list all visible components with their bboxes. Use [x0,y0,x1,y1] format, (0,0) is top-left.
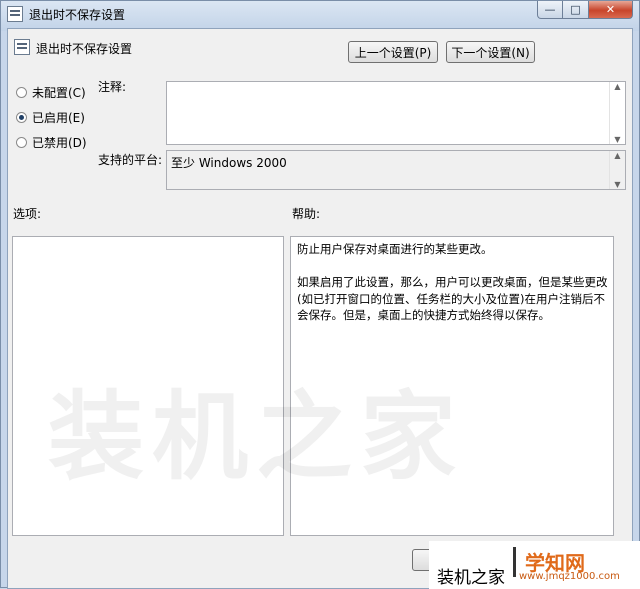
dialog-client: 退出时不保存设置 上一个设置(P) 下一个设置(N) 未配置(C) 已启用(E)… [7,28,633,589]
policy-name: 退出时不保存设置 [36,42,133,56]
help-text: 防止用户保存对桌面进行的某些更改。 如果启用了此设置，那么，用户可以更改桌面，但… [297,242,608,322]
brand-name: 装机之家 [437,568,505,588]
radio-circle[interactable] [16,87,27,98]
title-bar[interactable]: 退出时不保存设置 — □ ✕ [1,1,639,27]
policy-icon [7,6,23,22]
radio-circle-selected[interactable] [16,112,27,123]
radio-circle[interactable] [16,137,27,148]
radio-enabled[interactable]: 已启用(E) [16,109,85,126]
comment-scrollbar[interactable]: ▲ ▼ [609,82,625,144]
next-setting-button[interactable]: 下一个设置(N) [446,41,535,63]
dialog-window: 退出时不保存设置 — □ ✕ 退出时不保存设置 上一个设置(P) 下一个设置(N… [0,0,640,589]
radio-not-configured[interactable]: 未配置(C) [16,84,86,101]
radio-disabled[interactable]: 已禁用(D) [16,134,87,151]
brand-badge: 装机之家 学知网 www.jmqz1000.com [429,541,640,589]
radio-label: 已禁用(D) [32,136,87,150]
scroll-down-icon[interactable]: ▼ [614,135,620,144]
help-pane: 防止用户保存对桌面进行的某些更改。 如果启用了此设置，那么，用户可以更改桌面，但… [290,236,614,536]
radio-label: 已启用(E) [32,111,85,125]
prev-setting-button[interactable]: 上一个设置(P) [348,41,438,63]
scroll-up-icon[interactable]: ▲ [614,151,620,160]
options-pane [12,236,284,536]
radio-label: 未配置(C) [32,86,86,100]
maximize-button[interactable]: □ [563,1,589,19]
scroll-up-icon[interactable]: ▲ [614,82,620,91]
scroll-down-icon[interactable]: ▼ [614,180,620,189]
options-label: 选项: [13,207,42,221]
minimize-button[interactable]: — [537,1,563,19]
comment-input[interactable]: ▲ ▼ [166,81,626,145]
comment-label: 注释: [98,80,127,94]
platform-field: 至少 Windows 2000 ▲ ▼ [166,150,626,190]
brand-logo-icon [513,547,516,577]
platform-label: 支持的平台: [98,153,163,167]
platform-value: 至少 Windows 2000 [171,156,287,170]
policy-icon [14,39,30,55]
platform-scrollbar[interactable]: ▲ ▼ [609,151,625,189]
close-button[interactable]: ✕ [589,1,633,19]
caption-buttons: — □ ✕ [537,1,633,20]
brand-url: www.jmqz1000.com [519,571,620,582]
help-label: 帮助: [292,207,321,221]
window-title: 退出时不保存设置 [29,8,126,22]
